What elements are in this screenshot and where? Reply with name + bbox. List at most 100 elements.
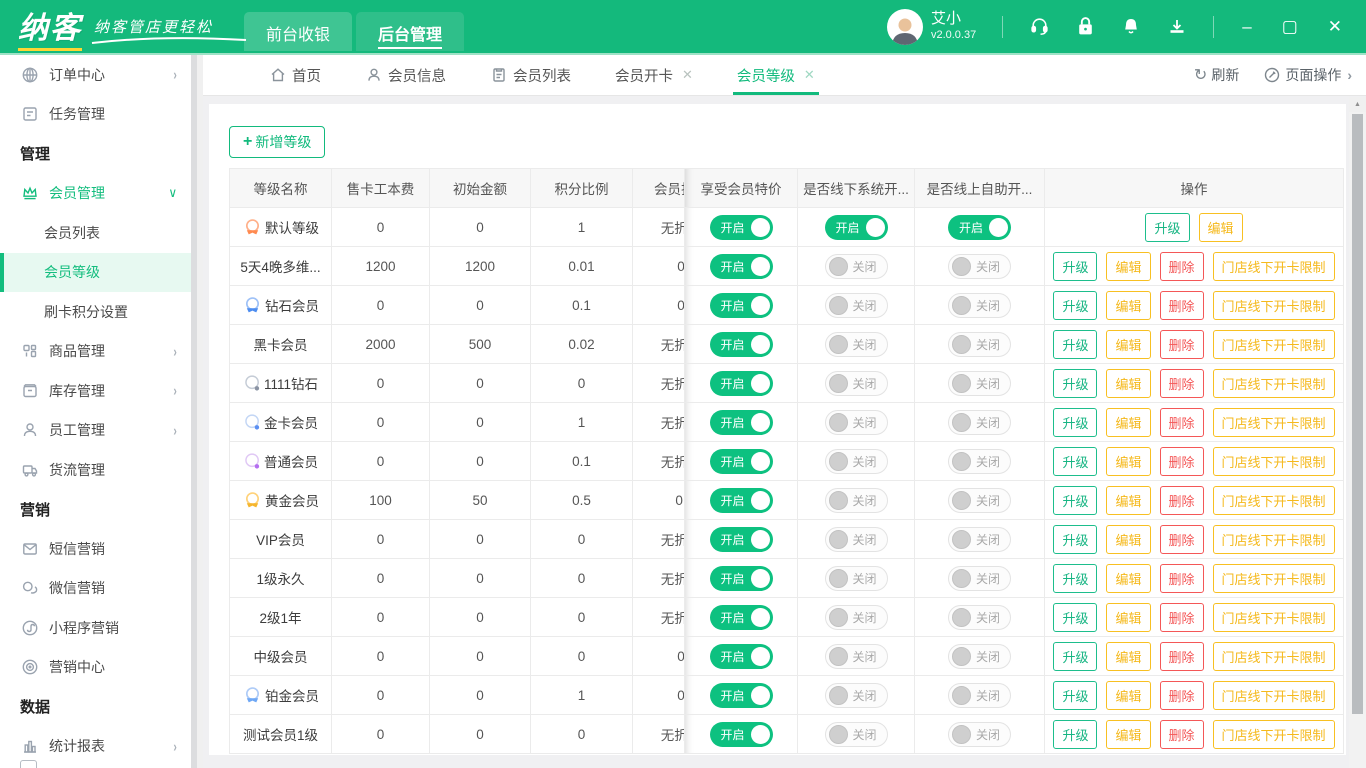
toggle-off[interactable]: 关闭 <box>948 449 1011 474</box>
bell-icon[interactable] <box>1121 16 1141 37</box>
toggle-off[interactable]: 关闭 <box>948 332 1011 357</box>
sidebar-subitem-6[interactable]: 刷卡积分设置 <box>0 292 191 332</box>
sidebar-item-12[interactable]: 短信营销 <box>0 529 191 569</box>
delete-button[interactable]: 删除 <box>1160 642 1204 671</box>
edit-button[interactable]: 编辑 <box>1106 603 1150 632</box>
tab-close-icon[interactable]: ✕ <box>682 67 693 83</box>
upgrade-button[interactable]: 升级 <box>1053 369 1097 398</box>
upgrade-button[interactable]: 升级 <box>1053 603 1097 632</box>
tab-close-icon[interactable]: ✕ <box>804 67 815 83</box>
toggle-off[interactable]: 关闭 <box>948 566 1011 591</box>
toggle-on[interactable]: 开启 <box>710 371 773 396</box>
window-minimize-button[interactable]: – <box>1240 16 1253 37</box>
toggle-on[interactable]: 开启 <box>948 215 1011 240</box>
delete-button[interactable]: 删除 <box>1160 603 1204 632</box>
toggle-off[interactable]: 关闭 <box>825 722 888 747</box>
toggle-on[interactable]: 开启 <box>710 332 773 357</box>
toggle-off[interactable]: 关闭 <box>825 254 888 279</box>
sidebar-item-9[interactable]: 员工管理› <box>0 411 191 451</box>
edit-button[interactable]: 编辑 <box>1106 291 1150 320</box>
lock-icon[interactable] <box>1076 16 1095 37</box>
toggle-on[interactable]: 开启 <box>710 566 773 591</box>
delete-button[interactable]: 删除 <box>1160 447 1204 476</box>
window-close-button[interactable]: ✕ <box>1326 16 1344 37</box>
delete-button[interactable]: 删除 <box>1160 525 1204 554</box>
limit-button[interactable]: 门店线下开卡限制 <box>1213 291 1335 320</box>
delete-button[interactable]: 删除 <box>1160 408 1204 437</box>
toggle-off[interactable]: 关闭 <box>825 605 888 630</box>
limit-button[interactable]: 门店线下开卡限制 <box>1213 564 1335 593</box>
upgrade-button[interactable]: 升级 <box>1053 681 1097 710</box>
toggle-on[interactable]: 开启 <box>710 488 773 513</box>
limit-button[interactable]: 门店线下开卡限制 <box>1213 525 1335 554</box>
sidebar-item-10[interactable]: 货流管理 <box>0 450 191 490</box>
toggle-off[interactable]: 关闭 <box>825 293 888 318</box>
toggle-on[interactable]: 开启 <box>710 449 773 474</box>
toggle-off[interactable]: 关闭 <box>948 722 1011 747</box>
delete-button[interactable]: 删除 <box>1160 486 1204 515</box>
toggle-off[interactable]: 关闭 <box>825 332 888 357</box>
edit-button[interactable]: 编辑 <box>1106 720 1150 749</box>
tab-4[interactable]: 会员等级✕ <box>737 55 815 95</box>
sidebar-item-3[interactable]: 会员管理˅ <box>0 174 191 214</box>
toggle-off[interactable]: 关闭 <box>825 449 888 474</box>
sidebar-item-1[interactable]: 任务管理 <box>0 95 191 135</box>
sidebar-item-13[interactable]: 微信营销 <box>0 569 191 609</box>
tab-1[interactable]: 会员信息 <box>365 55 446 95</box>
edit-button[interactable]: 编辑 <box>1106 564 1150 593</box>
toggle-off[interactable]: 关闭 <box>948 293 1011 318</box>
delete-button[interactable]: 删除 <box>1160 252 1204 281</box>
toggle-off[interactable]: 关闭 <box>948 410 1011 435</box>
sidebar-item-0[interactable]: 订单中心› <box>0 55 191 95</box>
upgrade-button[interactable]: 升级 <box>1053 291 1097 320</box>
limit-button[interactable]: 门店线下开卡限制 <box>1213 720 1335 749</box>
edit-button[interactable]: 编辑 <box>1106 486 1150 515</box>
upgrade-button[interactable]: 升级 <box>1053 486 1097 515</box>
toggle-off[interactable]: 关闭 <box>948 488 1011 513</box>
scrollbar-thumb[interactable] <box>1352 114 1363 714</box>
edit-button[interactable]: 编辑 <box>1106 252 1150 281</box>
add-level-button[interactable]: + 新增等级 <box>229 126 325 158</box>
toggle-on[interactable]: 开启 <box>710 644 773 669</box>
nav-frontdesk-button[interactable]: 前台收银 <box>244 12 352 51</box>
download-icon[interactable] <box>1167 17 1187 37</box>
toggle-on[interactable]: 开启 <box>710 527 773 552</box>
limit-button[interactable]: 门店线下开卡限制 <box>1213 603 1335 632</box>
tab-2[interactable]: 会员列表 <box>490 55 571 95</box>
toggle-off[interactable]: 关闭 <box>825 410 888 435</box>
toggle-on[interactable]: 开启 <box>710 293 773 318</box>
nav-backend-button[interactable]: 后台管理 <box>356 12 464 51</box>
toggle-off[interactable]: 关闭 <box>825 683 888 708</box>
delete-button[interactable]: 删除 <box>1160 369 1204 398</box>
upgrade-button[interactable]: 升级 <box>1053 330 1097 359</box>
upgrade-button[interactable]: 升级 <box>1053 720 1097 749</box>
edit-button[interactable]: 编辑 <box>1106 408 1150 437</box>
edit-button[interactable]: 编辑 <box>1106 447 1150 476</box>
toggle-on[interactable]: 开启 <box>710 215 773 240</box>
toggle-on[interactable]: 开启 <box>710 605 773 630</box>
toggle-off[interactable]: 关闭 <box>948 371 1011 396</box>
delete-button[interactable]: 删除 <box>1160 720 1204 749</box>
toggle-off[interactable]: 关闭 <box>948 644 1011 669</box>
scroll-up-arrow-icon[interactable]: ▲ <box>1349 97 1366 112</box>
edit-button[interactable]: 编辑 <box>1106 642 1150 671</box>
edit-button[interactable]: 编辑 <box>1106 525 1150 554</box>
toggle-on[interactable]: 开启 <box>710 254 773 279</box>
toggle-off[interactable]: 关闭 <box>948 683 1011 708</box>
toggle-off[interactable]: 关闭 <box>825 644 888 669</box>
sidebar-item-15[interactable]: 营销中心 <box>0 648 191 688</box>
upgrade-button[interactable]: 升级 <box>1053 525 1097 554</box>
refresh-button[interactable]: ↻刷新 <box>1194 65 1239 85</box>
tab-3[interactable]: 会员开卡✕ <box>615 55 693 95</box>
sidebar-item-8[interactable]: 库存管理› <box>0 371 191 411</box>
toggle-off[interactable]: 关闭 <box>948 605 1011 630</box>
edit-button[interactable]: 编辑 <box>1106 681 1150 710</box>
tab-0[interactable]: 首页 <box>269 55 321 95</box>
sidebar-subitem-5[interactable]: 会员等级 <box>0 253 191 293</box>
limit-button[interactable]: 门店线下开卡限制 <box>1213 642 1335 671</box>
limit-button[interactable]: 门店线下开卡限制 <box>1213 369 1335 398</box>
upgrade-button[interactable]: 升级 <box>1053 447 1097 476</box>
delete-button[interactable]: 删除 <box>1160 681 1204 710</box>
limit-button[interactable]: 门店线下开卡限制 <box>1213 330 1335 359</box>
delete-button[interactable]: 删除 <box>1160 564 1204 593</box>
